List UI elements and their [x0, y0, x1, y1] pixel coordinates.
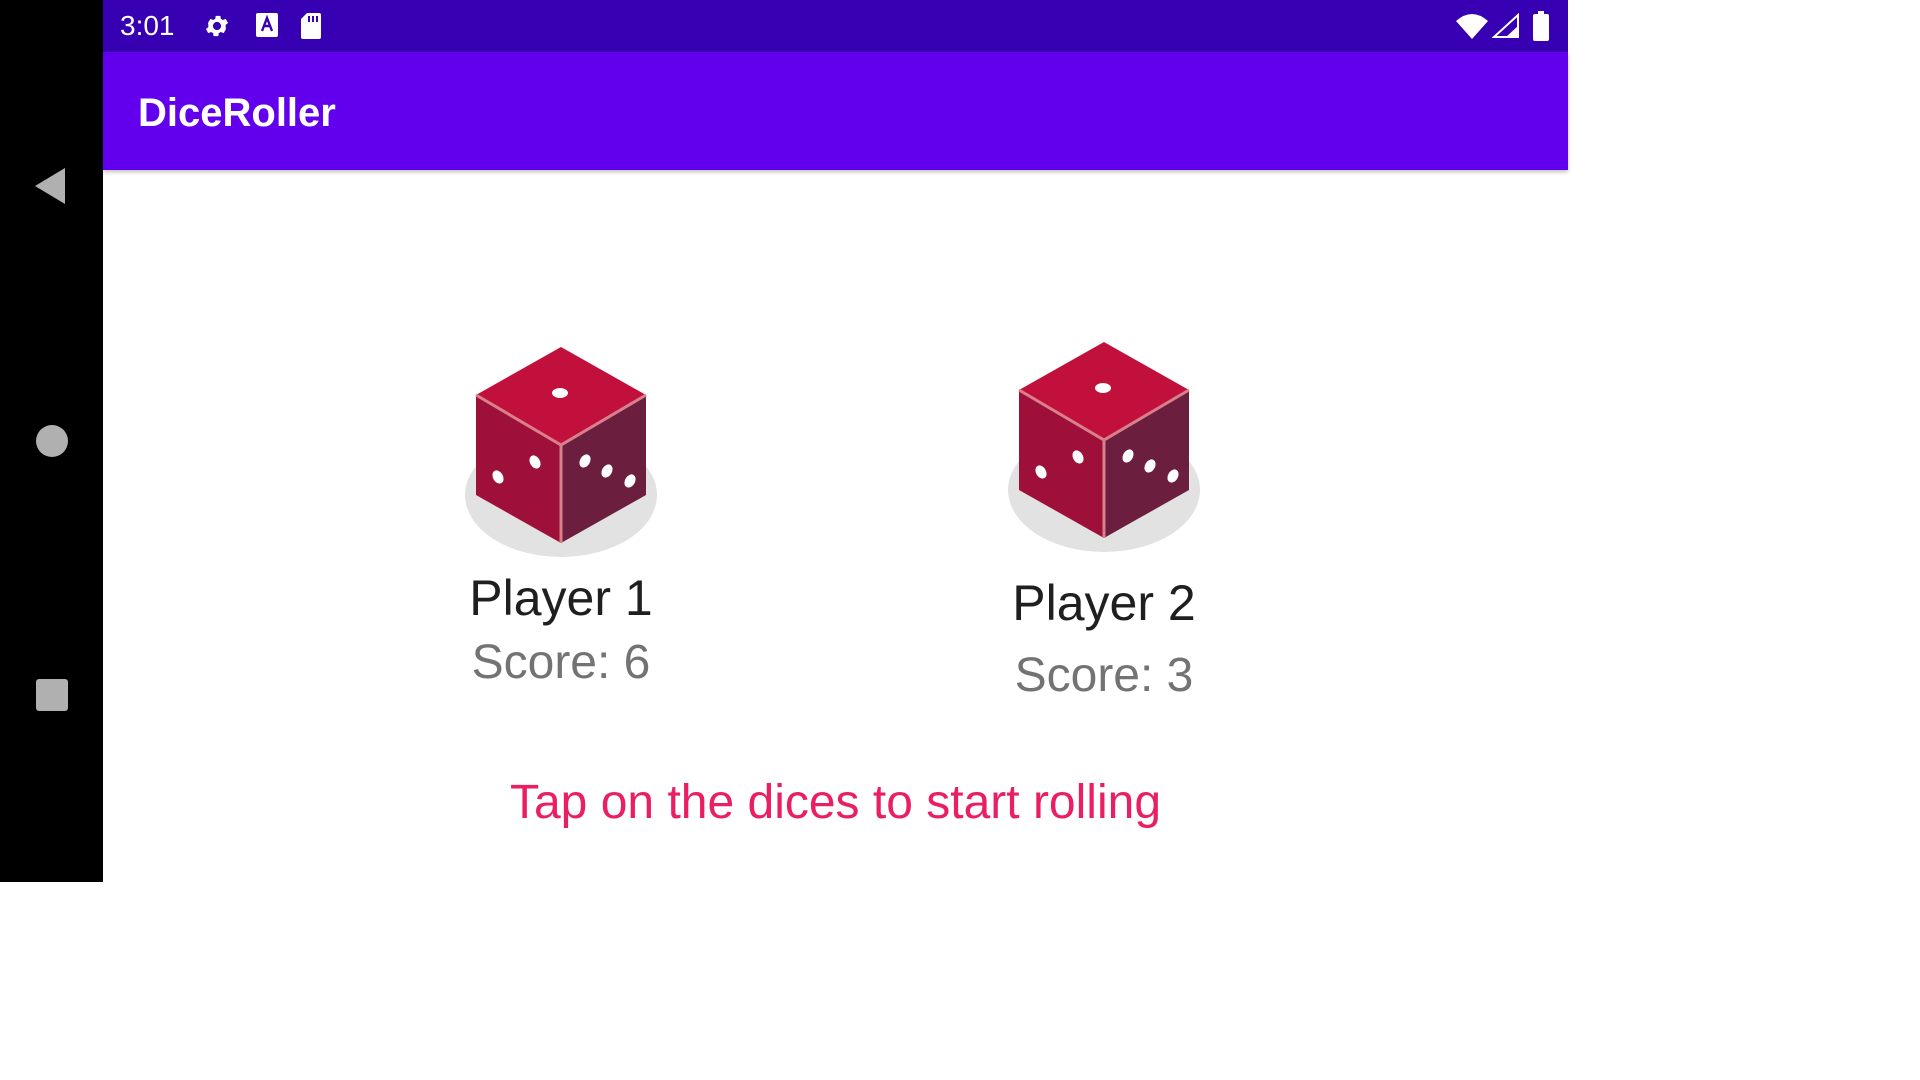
- app-bar: DiceRoller: [103, 52, 1568, 170]
- settings-icon: [205, 15, 229, 37]
- player-2-score: Score: 3: [1014, 649, 1194, 702]
- player-1-panel: Player 1 Score: 6: [431, 347, 691, 691]
- sd-card-icon: [301, 13, 321, 39]
- status-bar: 3:01: [103, 0, 1568, 52]
- wifi-icon: [1456, 14, 1488, 39]
- dice-player-1-icon[interactable]: [461, 347, 661, 567]
- back-icon: [34, 168, 65, 204]
- status-time: 3:01: [120, 10, 175, 41]
- navigation-bar: [0, 0, 103, 882]
- battery-icon: [1533, 11, 1549, 41]
- main-content: Player 1 Score: 6 Player 2 Score: 3 Tap …: [103, 172, 1568, 882]
- hint-text: Tap on the dices to start rolling: [509, 776, 1162, 829]
- player-1-score: Score: 6: [471, 636, 651, 689]
- cell-signal-icon: [1492, 13, 1519, 38]
- recents-icon: [35, 679, 68, 711]
- home-button[interactable]: [0, 396, 103, 486]
- home-icon: [35, 425, 68, 457]
- back-button[interactable]: [0, 141, 103, 231]
- dice-player-2-icon[interactable]: [1004, 342, 1204, 562]
- keyboard-a-icon: [256, 13, 278, 37]
- recents-button[interactable]: [0, 650, 103, 740]
- player-1-name: Player 1: [469, 570, 653, 626]
- player-2-panel: Player 2 Score: 3: [974, 342, 1234, 704]
- app-title: DiceRoller: [138, 91, 336, 135]
- player-2-name: Player 2: [1012, 575, 1196, 631]
